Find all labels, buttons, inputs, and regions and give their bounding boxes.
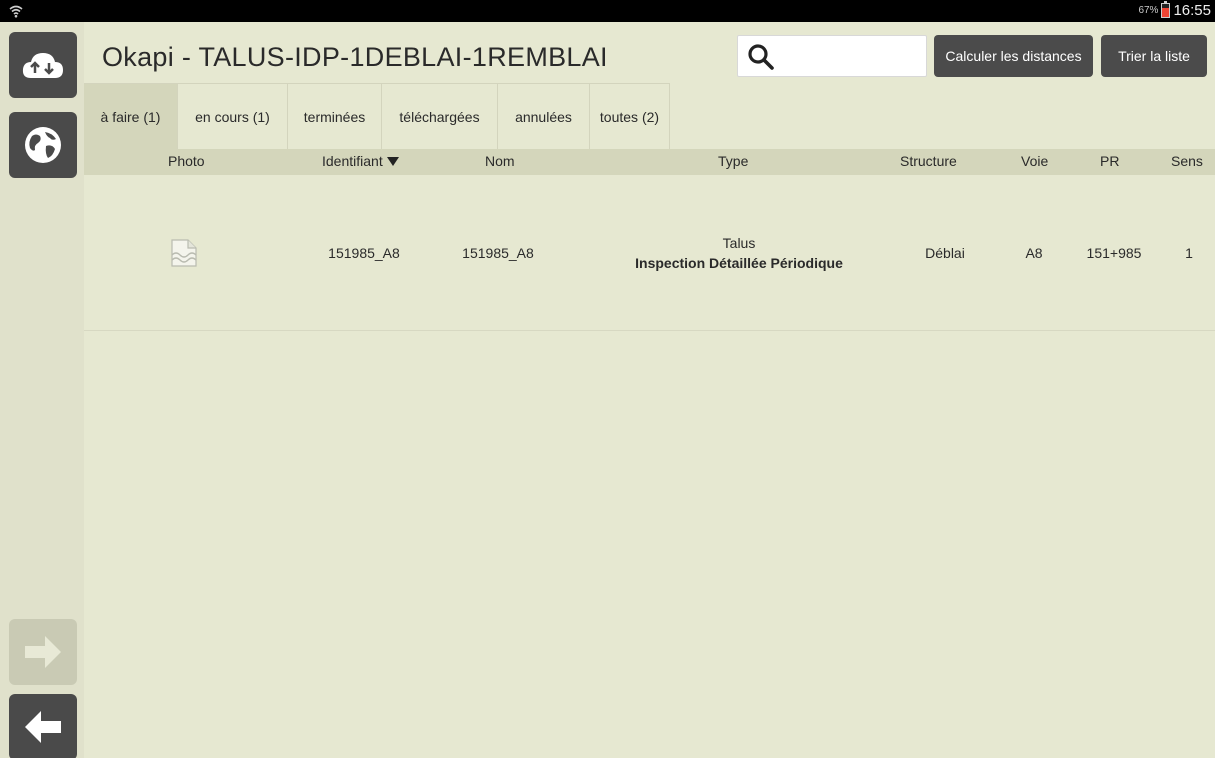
table-header: Photo Identifiant Nom Type Structure Voi… xyxy=(84,149,1215,175)
sens-cell: 1 xyxy=(1185,245,1193,261)
tab-toutes[interactable]: toutes (2) xyxy=(590,83,670,149)
structure-cell: Déblai xyxy=(925,245,965,261)
column-sens[interactable]: Sens xyxy=(1171,153,1203,169)
search-box[interactable] xyxy=(737,35,927,77)
broken-image-icon xyxy=(171,239,197,267)
next-button[interactable] xyxy=(9,619,77,685)
battery-percent: 67% xyxy=(1138,5,1159,16)
battery-icon xyxy=(1161,1,1171,18)
column-nom[interactable]: Nom xyxy=(485,153,515,169)
sort-list-button[interactable]: Trier la liste xyxy=(1101,35,1207,77)
arrow-right-icon xyxy=(25,636,61,668)
pr-cell: 151+985 xyxy=(1086,245,1142,261)
left-rail xyxy=(0,22,84,758)
type-subtype: Inspection Détaillée Périodique xyxy=(635,255,843,271)
column-identifiant-label: Identifiant xyxy=(322,153,383,169)
column-structure[interactable]: Structure xyxy=(900,153,957,169)
clock: 16:55 xyxy=(1173,2,1211,19)
globe-icon xyxy=(25,127,61,163)
status-bar: 67% 16:55 xyxy=(0,0,1215,22)
app-window: Okapi - TALUS-IDP-1DEBLAI-1REMBLAI Calcu… xyxy=(0,22,1215,758)
voie-cell: A8 xyxy=(1025,245,1043,261)
type-label: Talus xyxy=(722,235,756,251)
arrow-left-icon xyxy=(25,711,61,743)
nom-cell: 151985_A8 xyxy=(462,245,534,261)
column-identifiant[interactable]: Identifiant xyxy=(322,153,399,169)
tab-a-faire[interactable]: à faire (1) xyxy=(84,83,178,149)
tab-bar: à faire (1) en cours (1) terminées téléc… xyxy=(84,83,670,149)
photo-cell xyxy=(144,175,224,331)
column-voie[interactable]: Voie xyxy=(1021,153,1048,169)
search-icon xyxy=(748,44,774,70)
sync-button[interactable] xyxy=(9,32,77,98)
column-pr[interactable]: PR xyxy=(1100,153,1119,169)
type-cell: Talus Inspection Détaillée Périodique xyxy=(604,175,874,331)
tab-telechargees[interactable]: téléchargées xyxy=(382,83,498,149)
cloud-sync-icon xyxy=(22,53,63,78)
wifi-icon xyxy=(9,5,23,18)
back-button[interactable] xyxy=(9,694,77,758)
tab-terminees[interactable]: terminées xyxy=(288,83,382,149)
map-button[interactable] xyxy=(9,112,77,178)
column-type[interactable]: Type xyxy=(718,153,748,169)
search-input[interactable] xyxy=(780,42,920,70)
sort-desc-icon xyxy=(386,156,399,166)
calculate-distances-button[interactable]: Calculer les distances xyxy=(934,35,1093,77)
tab-annulees[interactable]: annulées xyxy=(498,83,590,149)
page-title: Okapi - TALUS-IDP-1DEBLAI-1REMBLAI xyxy=(102,42,608,72)
column-photo[interactable]: Photo xyxy=(168,153,205,169)
identifiant-cell: 151985_A8 xyxy=(328,245,400,261)
tab-en-cours[interactable]: en cours (1) xyxy=(178,83,288,149)
table-row[interactable]: 151985_A8 151985_A8 Talus Inspection Dét… xyxy=(84,175,1215,331)
